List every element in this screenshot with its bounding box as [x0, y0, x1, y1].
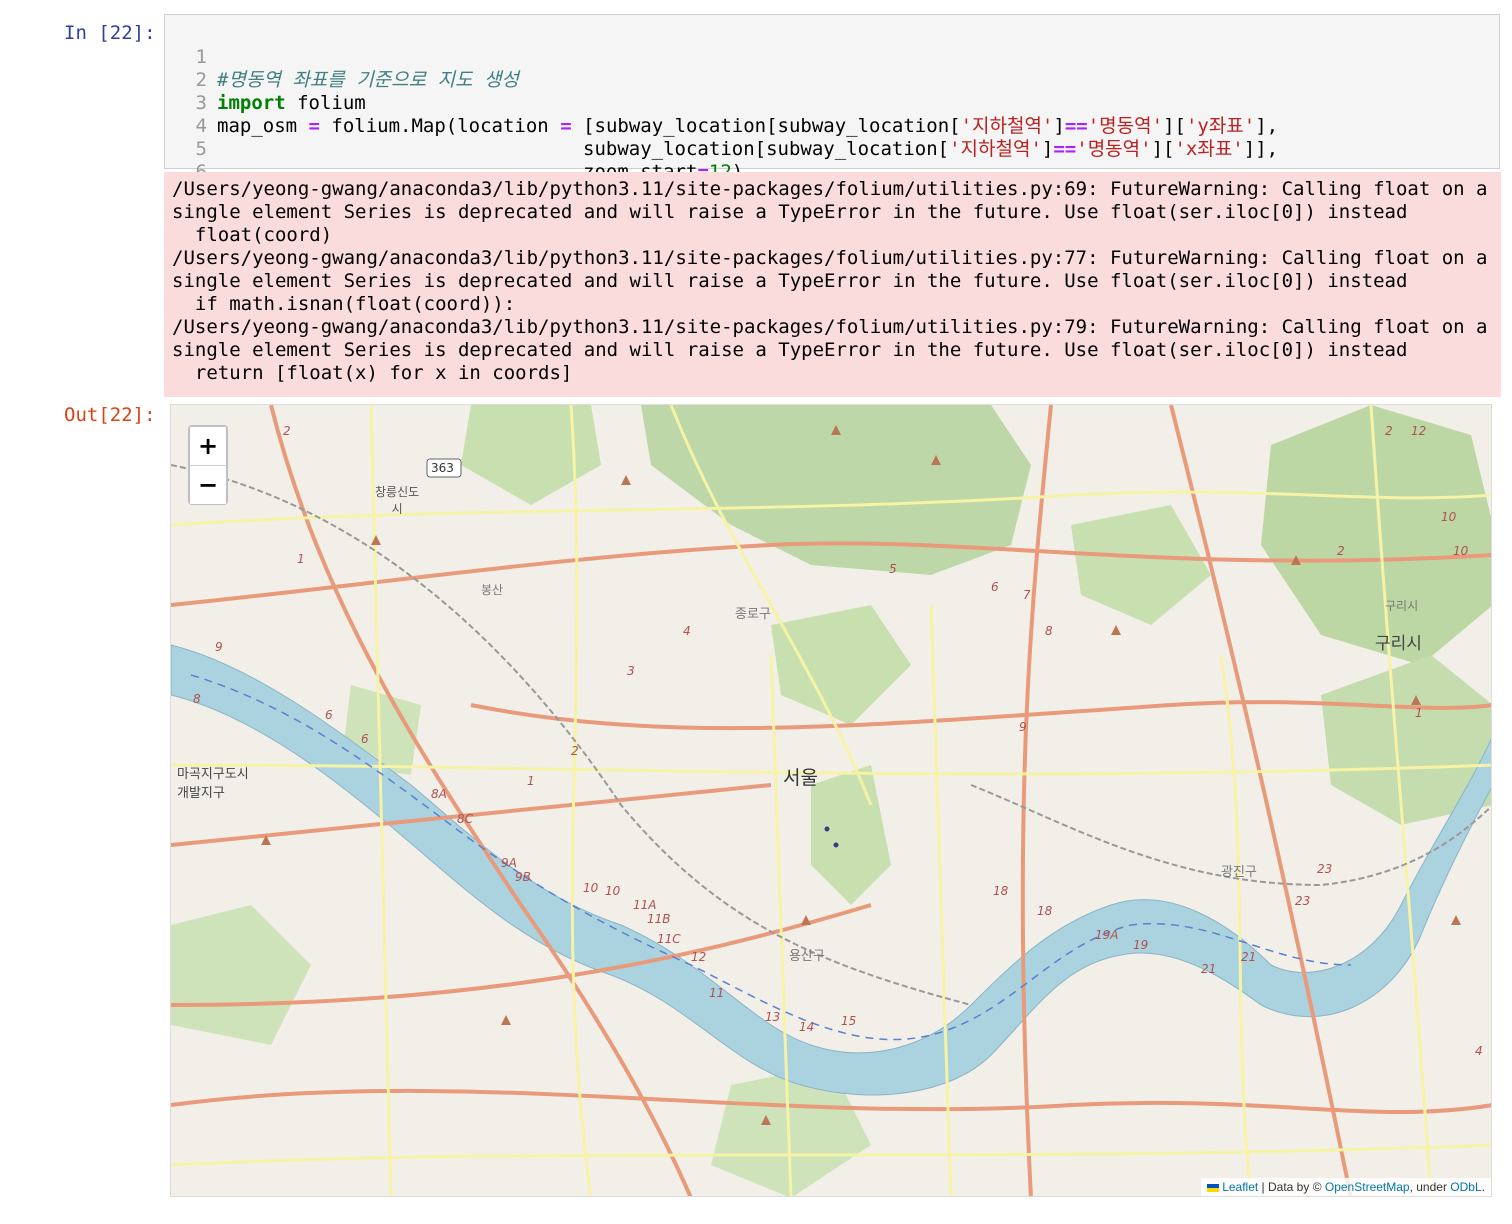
code-text: map_osm = folium.Map(location = [subway_… — [217, 115, 1279, 137]
map-tiles[interactable]: 219 866 8A8C9A 9B10 10 11A11B11C 121113 1… — [171, 405, 1492, 1197]
odbl-link[interactable]: ODbL — [1450, 1180, 1481, 1194]
svg-text:18: 18 — [993, 884, 1009, 898]
output-prompt: Out[22]: — [64, 404, 156, 426]
leaflet-link[interactable]: Leaflet — [1222, 1180, 1258, 1194]
code-line: 5 zoom_start=12) — [165, 115, 744, 183]
svg-text:19A: 19A — [1095, 928, 1118, 942]
code-cell[interactable]: 1 #명동역 좌표를 기준으로 지도 생성 2 import folium 3 … — [164, 14, 1500, 206]
ukraine-flag-icon — [1207, 1183, 1220, 1192]
svg-text:7: 7 — [1023, 588, 1031, 602]
svg-text:14: 14 — [799, 1020, 814, 1034]
svg-text:15: 15 — [841, 1014, 856, 1028]
svg-text:8: 8 — [193, 692, 201, 706]
map-label-guri-small: 구리시 — [1385, 599, 1419, 613]
svg-text:10: 10 — [1453, 544, 1469, 558]
svg-text:5: 5 — [889, 562, 897, 576]
code-line: 4 subway_location[subway_location['지하철역'… — [165, 92, 1279, 160]
stderr-line: /Users/yeong-gwang/anaconda3/lib/python3… — [172, 178, 1488, 200]
route-sign: 363 — [431, 461, 454, 475]
svg-text:10: 10 — [583, 881, 599, 895]
svg-text:21: 21 — [1201, 962, 1216, 976]
svg-text:11B: 11B — [647, 912, 671, 926]
svg-text:1: 1 — [527, 774, 535, 788]
code-text: subway_location[subway_location['지하철역']=… — [217, 138, 1279, 160]
svg-text:8C: 8C — [457, 812, 474, 826]
map-label-changneung: 창릉신도 시 — [375, 485, 420, 516]
svg-text:9: 9 — [215, 640, 223, 654]
svg-text:2: 2 — [571, 744, 579, 758]
attribution-text: | Data by © — [1258, 1180, 1325, 1194]
code-text: #명동역 좌표를 기준으로 지도 생성 — [217, 69, 519, 91]
stderr-line: float(coord) — [172, 224, 333, 246]
map-label-jongno: 종로구 — [735, 607, 771, 622]
svg-text:4: 4 — [1475, 1044, 1483, 1058]
code-line: 1 #명동역 좌표를 기준으로 지도 생성 — [165, 23, 519, 91]
map-label-seoul: 서울 — [783, 767, 818, 789]
svg-text:9B: 9B — [515, 870, 531, 884]
stderr-line: single element Series is deprecated and … — [172, 270, 1408, 292]
zoom-control: + − — [188, 425, 228, 505]
attribution-text: , under — [1409, 1180, 1451, 1194]
svg-text:4: 4 — [683, 624, 691, 638]
svg-text:9: 9 — [1019, 720, 1027, 734]
svg-text:12: 12 — [1411, 424, 1426, 438]
map-label-magok: 마곡지구도시 개발지구 — [177, 767, 249, 801]
svg-text:2: 2 — [283, 424, 291, 438]
svg-text:11: 11 — [709, 986, 724, 1000]
svg-text:13: 13 — [765, 1010, 780, 1024]
map-label-gwangjin: 광진구 — [1221, 865, 1257, 880]
code-line: 3 map_osm = folium.Map(location = [subwa… — [165, 69, 1279, 137]
svg-text:6: 6 — [325, 708, 333, 722]
map-label-yongsan: 용산구 — [789, 949, 825, 964]
svg-text:11C: 11C — [657, 932, 681, 946]
stderr-output: /Users/yeong-gwang/anaconda3/lib/python3… — [164, 172, 1501, 397]
attribution-text: . — [1481, 1180, 1485, 1194]
svg-text:23: 23 — [1295, 894, 1310, 908]
stderr-line: single element Series is deprecated and … — [172, 339, 1408, 361]
svg-text:23: 23 — [1317, 862, 1332, 876]
svg-text:10: 10 — [1441, 510, 1457, 524]
svg-text:3: 3 — [627, 664, 635, 678]
svg-text:8A: 8A — [431, 787, 447, 801]
svg-text:19: 19 — [1133, 938, 1148, 952]
stderr-line: /Users/yeong-gwang/anaconda3/lib/python3… — [172, 247, 1488, 269]
svg-text:18: 18 — [1037, 904, 1053, 918]
svg-text:1: 1 — [1415, 706, 1423, 720]
svg-text:6: 6 — [361, 732, 369, 746]
svg-text:12: 12 — [691, 950, 706, 964]
code-text: import folium — [217, 92, 366, 114]
map-attribution: Leaflet | Data by © OpenStreetMap, under… — [1201, 1178, 1491, 1196]
stderr-line: /Users/yeong-gwang/anaconda3/lib/python3… — [172, 316, 1488, 338]
zoom-in-button[interactable]: + — [190, 427, 226, 465]
svg-text:1: 1 — [297, 552, 305, 566]
svg-text:6: 6 — [991, 580, 999, 594]
svg-text:2: 2 — [1385, 424, 1393, 438]
stderr-line: return [float(x) for x in coords] — [172, 362, 573, 384]
map-label-bongsan: 봉산 — [481, 583, 504, 597]
map-label-guri: 구리시 — [1375, 634, 1422, 654]
svg-text:10: 10 — [605, 884, 621, 898]
input-prompt: In [22]: — [64, 22, 156, 44]
svg-text:9A: 9A — [501, 856, 517, 870]
svg-text:21: 21 — [1241, 950, 1256, 964]
svg-text:11A: 11A — [633, 898, 656, 912]
stderr-line: single element Series is deprecated and … — [172, 201, 1408, 223]
folium-map[interactable]: 219 866 8A 8C 9A 9B 10 10 11A 11B 11C 12 11 13 1… — [170, 404, 1492, 1197]
code-line: 2 import folium — [165, 46, 366, 114]
zoom-out-button[interactable]: − — [190, 466, 226, 504]
openstreetmap-link[interactable]: OpenStreetMap — [1325, 1180, 1410, 1194]
svg-text:2: 2 — [1337, 544, 1345, 558]
stderr-line: if math.isnan(float(coord)): — [172, 293, 516, 315]
code-line: 6 map_osm — [165, 138, 298, 206]
svg-text:8: 8 — [1045, 624, 1053, 638]
